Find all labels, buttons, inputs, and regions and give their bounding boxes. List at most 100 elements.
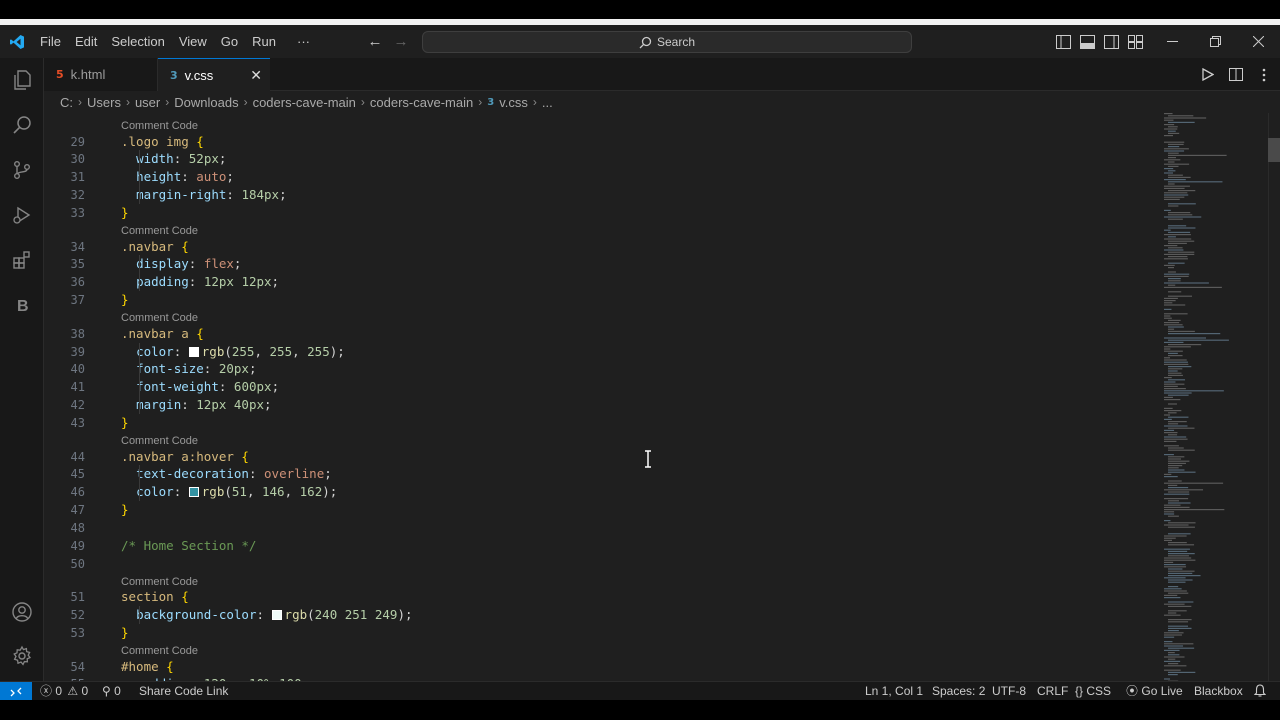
breadcrumb-item[interactable]: Users <box>87 95 121 110</box>
blackbox-status[interactable]: Blackbox <box>1194 682 1243 701</box>
code-line[interactable]: 51 section { <box>44 588 1156 606</box>
eol-status[interactable]: CRLF <box>1037 682 1068 701</box>
explorer-icon[interactable] <box>0 60 44 100</box>
indentation-status[interactable]: Spaces: 2 <box>932 682 985 701</box>
breadcrumb-item[interactable]: coders-cave-main <box>370 95 473 110</box>
menu-go[interactable]: Go <box>214 25 245 58</box>
run-play-icon[interactable] <box>1198 65 1218 85</box>
code-line[interactable]: 43} <box>44 414 1156 432</box>
manage-gear-icon[interactable] <box>0 636 44 676</box>
back-arrow-icon[interactable]: ← <box>366 33 384 50</box>
blackbox-extension-icon[interactable]: B <box>0 285 44 325</box>
code-token: font-weight <box>136 379 219 395</box>
minimap-line <box>1164 119 1174 121</box>
tab-v-css[interactable]: 3 v.css ✕ <box>158 58 270 91</box>
account-icon[interactable] <box>0 592 44 632</box>
codelens-comment-code[interactable]: Comment Code <box>121 575 198 589</box>
code-line[interactable]: 29 .logo img { <box>44 133 1156 151</box>
code-line[interactable]: 31 height: auto; <box>44 168 1156 186</box>
code-line[interactable]: 30 width: 52px; <box>44 150 1156 168</box>
menu-file[interactable]: File <box>33 25 68 58</box>
problems-status[interactable]: ⓧ 0 ⚠ 0 <box>40 682 88 701</box>
color-swatch[interactable] <box>188 346 199 357</box>
go-live-button[interactable]: ⦿ Go Live <box>1126 682 1183 701</box>
codelens-comment-code[interactable]: Comment Code <box>121 311 198 325</box>
more-actions-icon[interactable] <box>1254 65 1274 85</box>
menu-edit[interactable]: Edit <box>68 25 104 58</box>
code-line[interactable]: 37} <box>44 291 1156 309</box>
cursor-position[interactable]: Ln 1, Col 1 <box>865 682 923 701</box>
notifications-bell-icon[interactable] <box>1253 682 1267 701</box>
vertical-scrollbar[interactable] <box>1268 113 1280 681</box>
code-line[interactable]: 46 color: rgb(51, 146, 162); <box>44 483 1156 501</box>
minimize-icon[interactable] <box>1151 25 1194 58</box>
tab-k-html[interactable]: 5 k.html <box>44 58 158 91</box>
code-token: { <box>196 325 204 341</box>
language-mode[interactable]: {} CSS <box>1075 682 1111 701</box>
breadcrumb-item[interactable]: v.css <box>499 95 528 110</box>
share-code-link[interactable]: Share Code Link <box>139 682 228 701</box>
menu-more[interactable]: ··· <box>283 25 317 58</box>
code-line[interactable]: 45 text-decoration: overline; <box>44 465 1156 483</box>
code-line[interactable]: 49 /* Home Section */ <box>44 537 1156 555</box>
close-window-icon[interactable] <box>1237 25 1280 58</box>
codelens-comment-code[interactable]: Comment Code <box>121 119 198 133</box>
minimap-line <box>1168 500 1179 502</box>
codelens-comment-code[interactable]: Comment Code <box>121 434 198 448</box>
minimap-line <box>1164 561 1174 563</box>
code-line[interactable]: 33} <box>44 204 1156 222</box>
color-swatch[interactable] <box>271 610 282 621</box>
code-line[interactable]: 32 margin-right: 184px; <box>44 186 1156 204</box>
command-center-search[interactable]: Search <box>422 31 912 53</box>
line-number: 47 <box>70 503 85 518</box>
code-line[interactable]: 48 <box>44 519 1156 537</box>
code-line[interactable]: 44 .navbar a:hover { <box>44 448 1156 466</box>
code-line[interactable]: 35 display: flex; <box>44 255 1156 273</box>
menu-run[interactable]: Run <box>245 25 283 58</box>
encoding-status[interactable]: UTF-8 <box>992 682 1026 701</box>
code-line[interactable]: 47} <box>44 501 1156 519</box>
breadcrumb-item[interactable]: C: <box>60 95 73 110</box>
code-line[interactable]: 42 margin: 12px 40px; <box>44 396 1156 414</box>
search-view-icon[interactable] <box>0 105 44 145</box>
codelens-comment-code[interactable]: Comment Code <box>121 224 198 238</box>
menu-selection[interactable]: Selection <box>104 25 171 58</box>
code-line[interactable]: 53} <box>44 624 1156 642</box>
color-swatch[interactable] <box>188 487 199 498</box>
minimap-line <box>1168 663 1179 665</box>
code-line[interactable]: 40 font-size: 20px; <box>44 360 1156 378</box>
toggle-primary-sidebar-icon[interactable] <box>1054 33 1072 51</box>
restore-icon[interactable] <box>1194 25 1237 58</box>
code-line[interactable]: 39 color: rgb(255, 255, 255); <box>44 343 1156 361</box>
breadcrumb-item[interactable]: coders-cave-main <box>253 95 356 110</box>
toggle-secondary-sidebar-icon[interactable] <box>1102 33 1120 51</box>
toggle-panel-icon[interactable] <box>1078 33 1096 51</box>
code-line[interactable]: 38 .navbar a { <box>44 325 1156 343</box>
code-line[interactable]: 34 .navbar { <box>44 238 1156 256</box>
line-number: 49 <box>70 539 85 553</box>
code-line[interactable]: 54 #home { <box>44 658 1156 676</box>
code-line[interactable]: 50 <box>44 555 1156 573</box>
breadcrumb-item[interactable]: Downloads <box>174 95 238 110</box>
ports-status[interactable]: ⚲ 0 <box>102 682 121 701</box>
code-line[interactable]: 52 background-color: rgb(240 251 249); <box>44 606 1156 624</box>
minimap-line <box>1168 630 1179 632</box>
split-editor-icon[interactable] <box>1226 65 1246 85</box>
code-line[interactable]: 41 font-weight: 600px; <box>44 378 1156 396</box>
code-line[interactable]: 36 padding: 12px 12px; <box>44 273 1156 291</box>
menu-view[interactable]: View <box>172 25 214 58</box>
extensions-icon[interactable] <box>0 240 44 280</box>
scrollbar-thumb[interactable] <box>1268 138 1280 162</box>
remote-indicator-icon[interactable] <box>0 682 32 701</box>
minimap[interactable] <box>1156 113 1268 681</box>
customize-layout-icon[interactable] <box>1126 33 1144 51</box>
code-editor[interactable]: Comment Code 29 .logo img {30 width: 52px;… <box>44 113 1156 681</box>
forward-arrow-icon[interactable]: → <box>392 33 410 50</box>
breadcrumb-item[interactable]: user <box>135 95 160 110</box>
breadcrumb-item[interactable]: ... <box>542 95 553 110</box>
close-tab-icon[interactable]: ✕ <box>250 67 262 84</box>
run-and-debug-icon[interactable] <box>0 195 44 235</box>
codelens-comment-code[interactable]: Comment Code <box>121 644 198 658</box>
source-control-icon[interactable] <box>0 150 44 190</box>
